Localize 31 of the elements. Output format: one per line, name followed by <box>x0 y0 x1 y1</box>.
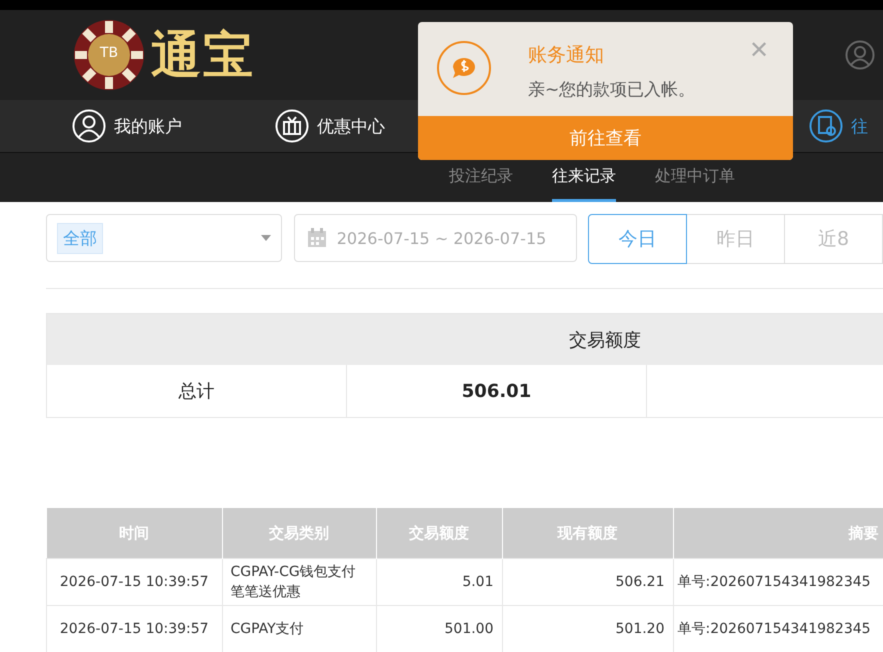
summary-value: 506.01 <box>347 365 647 417</box>
table-cell: 2026-07-15 10:39:57 <box>46 558 222 606</box>
notification-message: 亲~您的款项已入帐。 <box>528 79 696 101</box>
table-cell: 2026-07-15 10:39:57 <box>46 606 222 652</box>
table-cell: CGPAY-CG钱包支付笔笔送优惠 <box>222 558 376 606</box>
caret-icon <box>260 235 271 241</box>
date-preset-button[interactable]: 近8 <box>784 214 883 264</box>
logo-text: 通宝 <box>151 24 255 86</box>
close-button[interactable]: ✕ <box>749 36 769 65</box>
document-icon <box>809 109 843 143</box>
view-button[interactable]: 前往查看 <box>418 116 793 160</box>
summary-header: 交易额度 <box>47 314 883 365</box>
table-cell: 单号:202607154341982345 <box>673 558 883 606</box>
logo-badge-text: TB <box>98 45 120 61</box>
user-icon[interactable] <box>845 40 875 70</box>
type-select[interactable]: 全部 <box>46 214 282 262</box>
summary-label: 总计 <box>47 365 347 417</box>
gift-icon <box>275 109 309 143</box>
logo-chip-icon <box>73 19 145 91</box>
nav-item[interactable]: 往 <box>809 109 883 143</box>
date-range-field[interactable]: 2026-07-15 ~ 2026-07-15 <box>294 214 577 262</box>
date-preset-button[interactable]: 今日 <box>588 214 687 264</box>
nav-item[interactable]: 我的账户 <box>72 109 275 143</box>
date-preset-button[interactable]: 昨日 <box>686 214 785 264</box>
table-cell: 5.01 <box>376 558 502 606</box>
table-cell: 506.21 <box>502 558 673 606</box>
money-chat-icon <box>436 40 492 96</box>
selected-tag: 全部 <box>57 222 103 254</box>
user-icon <box>72 109 106 143</box>
notification-title: 账务通知 <box>528 43 605 68</box>
calendar-icon <box>306 228 327 248</box>
